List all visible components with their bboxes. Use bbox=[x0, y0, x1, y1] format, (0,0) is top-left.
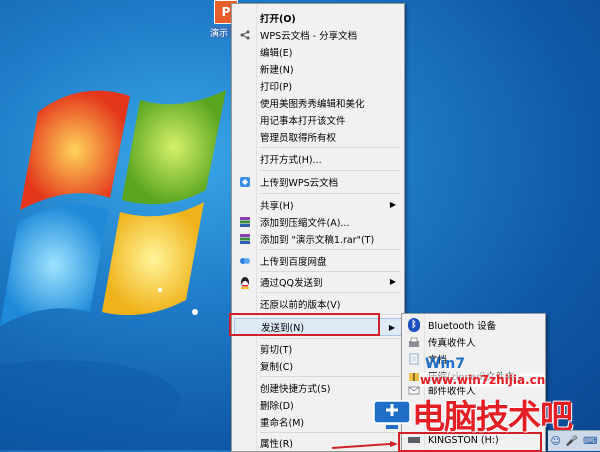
menu-item-take-ownership[interactable]: 管理员取得所有权 bbox=[234, 128, 402, 146]
menu-item-label: 剪切(T) bbox=[260, 345, 293, 356]
pointer-arrow-icon bbox=[331, 441, 398, 449]
menu-separator bbox=[260, 376, 400, 377]
menu-item-new[interactable]: 新建(N) bbox=[234, 60, 402, 78]
menu-item-label: 上传到百度网盘 bbox=[260, 257, 327, 268]
fax-icon bbox=[404, 333, 424, 351]
menu-separator bbox=[260, 271, 400, 272]
menu-item-copy[interactable]: 复制(C) bbox=[234, 357, 402, 375]
submenu-arrow-icon: ▶ bbox=[389, 277, 396, 286]
submenu-item-bluetooth[interactable]: ᛒ Bluetooth 设备 bbox=[404, 316, 543, 334]
menu-item-label: 打开方式(H)... bbox=[260, 155, 322, 166]
bluetooth-icon: ᛒ bbox=[404, 316, 424, 334]
menu-separator bbox=[260, 193, 400, 194]
microphone-icon[interactable]: 🎤 bbox=[566, 436, 578, 447]
menu-item-label: 添加到压缩文件(A)... bbox=[260, 218, 350, 229]
menu-item-label: 创建快捷方式(S) bbox=[260, 384, 331, 395]
menu-item-upload-wps[interactable]: 上传到WPS云文档 bbox=[234, 173, 402, 191]
menu-item-label: 重命名(M) bbox=[260, 418, 305, 429]
smiley-icon[interactable]: ☺ bbox=[550, 436, 560, 447]
menu-separator bbox=[260, 170, 400, 171]
context-menu: 打开(O) WPS云文档 - 分享文档 编辑(E) 新建(N) 打印(P) 使用… bbox=[231, 3, 405, 452]
menu-item-notepad[interactable]: 用记事本打开该文件 bbox=[234, 111, 402, 129]
menu-item-label: 打开(O) bbox=[260, 14, 296, 25]
menu-item-share[interactable]: 共享(H) ▶ bbox=[234, 196, 402, 214]
keyboard-icon[interactable]: ⌨ bbox=[583, 436, 597, 447]
send-to-highlight-box bbox=[229, 313, 380, 336]
baidu-netdisk-icon bbox=[234, 252, 256, 270]
menu-item-label: 添加到 "演示文稿1.rar"(T) bbox=[260, 235, 375, 246]
watermark-site-text: www.win7zhijia.cn bbox=[420, 373, 546, 387]
menu-item-label: 使用美图秀秀编辑和美化 bbox=[260, 99, 365, 110]
menu-item-label: 还原以前的版本(V) bbox=[260, 300, 341, 311]
system-tray: ☺ 🎤 ⌨ bbox=[548, 430, 600, 451]
menu-item-label: 编辑(E) bbox=[260, 48, 293, 59]
winrar-icon bbox=[234, 213, 256, 231]
menu-separator bbox=[260, 147, 400, 148]
qq-icon bbox=[234, 273, 256, 291]
menu-item-label: 新建(N) bbox=[260, 65, 294, 76]
menu-item-qq-send[interactable]: 通过QQ发送到 ▶ bbox=[234, 273, 402, 291]
menu-item-baidu-upload[interactable]: 上传到百度网盘 bbox=[234, 252, 402, 270]
share-icon bbox=[234, 26, 256, 44]
submenu-item-fax[interactable]: 传真收件人 bbox=[404, 333, 543, 351]
menu-item-cut[interactable]: 剪切(T) bbox=[234, 340, 402, 358]
menu-separator bbox=[260, 338, 400, 339]
wps-cloud-icon bbox=[234, 173, 256, 191]
submenu-arrow-icon: ▶ bbox=[388, 323, 395, 332]
winrar-icon bbox=[234, 230, 256, 248]
menu-item-label: 管理员取得所有权 bbox=[260, 133, 337, 144]
menu-item-label: 通过QQ发送到 bbox=[260, 278, 323, 289]
watermark-win7-logo: Win7 bbox=[425, 356, 465, 372]
submenu-item-label: 传真收件人 bbox=[428, 338, 476, 349]
watermark-computer-icon bbox=[373, 400, 411, 429]
menu-item-label: 上传到WPS云文档 bbox=[260, 178, 339, 189]
menu-item-open[interactable]: 打开(O) bbox=[234, 9, 402, 27]
menu-item-add-archive[interactable]: 添加到压缩文件(A)... bbox=[234, 213, 402, 231]
menu-item-print[interactable]: 打印(P) bbox=[234, 77, 402, 95]
menu-separator bbox=[260, 432, 400, 433]
submenu-arrow-icon: ▶ bbox=[389, 200, 396, 209]
menu-separator bbox=[260, 249, 400, 250]
menu-item-add-to-rar[interactable]: 添加到 "演示文稿1.rar"(T) bbox=[234, 230, 402, 248]
menu-item-meitu[interactable]: 使用美图秀秀编辑和美化 bbox=[234, 94, 402, 112]
menu-item-label: WPS云文档 - 分享文档 bbox=[260, 31, 358, 42]
menu-item-label: 共享(H) bbox=[260, 201, 294, 212]
menu-item-edit[interactable]: 编辑(E) bbox=[234, 43, 402, 61]
menu-item-label: 打印(P) bbox=[260, 82, 293, 93]
menu-separator bbox=[260, 292, 400, 293]
menu-item-label: 复制(C) bbox=[260, 362, 294, 373]
documents-icon bbox=[404, 350, 424, 368]
menu-item-label: 删除(D) bbox=[260, 401, 294, 412]
submenu-item-label: Bluetooth 设备 bbox=[428, 321, 497, 332]
menu-item-label: 用记事本打开该文件 bbox=[260, 116, 346, 127]
menu-item-wps-share[interactable]: WPS云文档 - 分享文档 bbox=[234, 26, 402, 44]
menu-item-label: 属性(R) bbox=[260, 439, 294, 450]
menu-item-restore-versions[interactable]: 还原以前的版本(V) bbox=[234, 295, 402, 313]
menu-item-create-shortcut[interactable]: 创建快捷方式(S) bbox=[234, 379, 402, 397]
menu-item-open-with[interactable]: 打开方式(H)... bbox=[234, 150, 402, 168]
